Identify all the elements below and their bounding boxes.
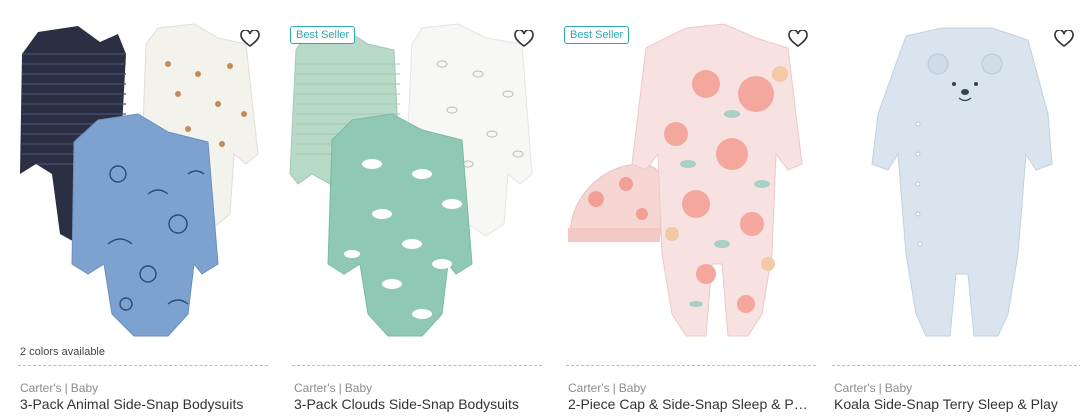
product-title-2[interactable]: 3-Pack Clouds Side-Snap Bodysuits (294, 396, 536, 412)
favorite-heart-icon-4[interactable] (1054, 29, 1074, 48)
category-name: Baby (618, 381, 647, 395)
brand-name: Carter's (568, 381, 610, 395)
brand-name: Carter's (834, 381, 876, 395)
brand-category-2: Carter's | Baby (294, 381, 372, 395)
product-image-4[interactable] (822, 14, 1076, 344)
best-seller-badge-2: Best Seller (290, 26, 356, 44)
brand-name: Carter's (294, 381, 336, 395)
brand-name: Carter's (20, 381, 62, 395)
brand-category-4: Carter's | Baby (834, 381, 912, 395)
category-name: Baby (884, 381, 913, 395)
product-card-1[interactable]: 2 colors available Carter's | Baby 3-Pack … (8, 0, 268, 417)
favorite-heart-icon-3[interactable] (788, 29, 808, 48)
product-grid: 2 colors available Carter's | Baby 3-Pack … (0, 0, 1080, 417)
product-card-3[interactable]: Best Seller Carter's | Baby 2-Piece Cap & … (556, 0, 816, 417)
product-title-4[interactable]: Koala Side-Snap Terry Sleep & Play (834, 396, 1076, 412)
brand-separator: | (338, 381, 342, 395)
card-divider-2 (292, 365, 542, 366)
best-seller-badge-3: Best Seller (564, 26, 630, 44)
product-image-2[interactable] (282, 14, 536, 344)
card-divider-1 (18, 365, 268, 366)
brand-separator: | (612, 381, 616, 395)
card-divider-4 (832, 365, 1080, 366)
brand-separator: | (64, 381, 68, 395)
product-image-1[interactable] (8, 14, 262, 344)
brand-separator: | (878, 381, 882, 395)
brand-category-3: Carter's | Baby (568, 381, 646, 395)
product-image-3[interactable] (556, 14, 810, 344)
colors-available: 2 colors available (20, 346, 105, 358)
card-divider-3 (566, 365, 816, 366)
brand-category-1: Carter's | Baby (20, 381, 98, 395)
product-title-1[interactable]: 3-Pack Animal Side-Snap Bodysuits (20, 396, 262, 412)
favorite-heart-icon-1[interactable] (240, 29, 260, 48)
product-card-2[interactable]: Best Seller Carter's | Baby 3-Pack Clouds … (282, 0, 542, 417)
category-name: Baby (344, 381, 373, 395)
product-card-4[interactable]: Carter's | Baby Koala Side-Snap Terry Slee… (822, 0, 1080, 417)
category-name: Baby (70, 381, 99, 395)
product-title-3[interactable]: 2-Piece Cap & Side-Snap Sleep & Pla... (568, 396, 810, 412)
favorite-heart-icon-2[interactable] (514, 29, 534, 48)
